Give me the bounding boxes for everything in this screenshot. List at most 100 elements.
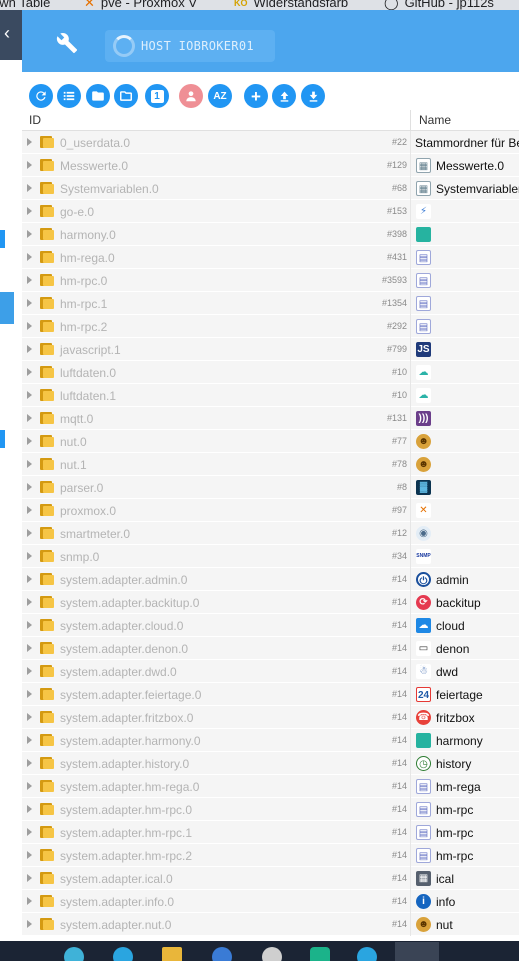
upload-button[interactable] (272, 84, 296, 108)
sidebar-indicator[interactable] (0, 430, 5, 448)
expand-arrow-icon[interactable] (27, 322, 32, 330)
table-row[interactable]: system.adapter.backitup.0 #14 ⟳ backitup (22, 591, 519, 614)
taskbar-app-icon[interactable] (64, 947, 84, 961)
table-row[interactable]: nut.1 #78 ☻ (22, 453, 519, 476)
user-button[interactable] (179, 84, 203, 108)
table-row[interactable]: system.adapter.hm-rpc.0 #14 ▤ hm-rpc (22, 798, 519, 821)
table-row[interactable]: snmp.0 #34 SNMP (22, 545, 519, 568)
table-row[interactable]: system.adapter.feiertage.0 #14 24 feiertage (22, 683, 519, 706)
expand-arrow-icon[interactable] (27, 230, 32, 238)
expand-arrow-icon[interactable] (27, 713, 32, 721)
expand-arrow-icon[interactable] (27, 851, 32, 859)
expand-arrow-icon[interactable] (27, 184, 32, 192)
expand-arrow-icon[interactable] (27, 805, 32, 813)
table-row[interactable]: system.adapter.harmony.0 #14 harmony (22, 729, 519, 752)
expand-arrow-icon[interactable] (27, 138, 32, 146)
table-row[interactable]: system.adapter.hm-rpc.1 #14 ▤ hm-rpc (22, 821, 519, 844)
expand-arrow-icon[interactable] (27, 391, 32, 399)
collapse-sidebar-icon[interactable]: ‹ (0, 22, 14, 44)
table-row[interactable]: javascript.1 #799 JS (22, 338, 519, 361)
table-row[interactable]: parser.0 #8 ▓ (22, 476, 519, 499)
add-button[interactable]: + (244, 84, 268, 108)
expand-arrow-icon[interactable] (27, 759, 32, 767)
table-row[interactable]: system.adapter.ical.0 #14 ▦ ical (22, 867, 519, 890)
expand-arrow-icon[interactable] (27, 690, 32, 698)
table-row[interactable]: system.adapter.fritzbox.0 #14 ☎ fritzbox (22, 706, 519, 729)
table-row[interactable]: system.adapter.info.0 #14 i info (22, 890, 519, 913)
refresh-button[interactable] (29, 84, 53, 108)
expand-arrow-icon[interactable] (27, 483, 32, 491)
browser-tab[interactable]: own Table (0, 0, 50, 10)
table-row[interactable]: 0_userdata.0 #22 Stammordner für Be (22, 131, 519, 154)
list-view-button[interactable] (57, 84, 81, 108)
table-row[interactable]: system.adapter.nut.0 #14 ☻ nut (22, 913, 519, 936)
expand-arrow-icon[interactable] (27, 782, 32, 790)
expand-arrow-icon[interactable] (27, 897, 32, 905)
expand-arrow-icon[interactable] (27, 575, 32, 583)
table-row[interactable]: Messwerte.0 #129 ▦ Messwerte.0 (22, 154, 519, 177)
expand-arrow-icon[interactable] (27, 874, 32, 882)
column-header-id[interactable]: ID (29, 113, 41, 127)
table-row[interactable]: Systemvariablen.0 #68 ▦ Systemvariablen (22, 177, 519, 200)
table-row[interactable]: system.adapter.history.0 #14 ◷ history (22, 752, 519, 775)
expand-arrow-icon[interactable] (27, 598, 32, 606)
table-row[interactable]: luftdaten.0 #10 ☁ (22, 361, 519, 384)
sort-az-button[interactable]: AZ (208, 84, 232, 108)
table-row[interactable]: hm-rpc.1 #1354 ▤ (22, 292, 519, 315)
table-row[interactable]: system.adapter.hm-rega.0 #14 ▤ hm-rega (22, 775, 519, 798)
browser-tab[interactable]: KO Widerstandsfarb (234, 0, 348, 10)
expand-arrow-icon[interactable] (27, 920, 32, 928)
table-row[interactable]: hm-rpc.2 #292 ▤ (22, 315, 519, 338)
table-row[interactable]: system.adapter.cloud.0 #14 ☁ cloud (22, 614, 519, 637)
chrome-icon[interactable] (212, 947, 232, 961)
expand-arrow-icon[interactable] (27, 276, 32, 284)
browser-tab[interactable]: ✕ pve - Proxmox V (84, 0, 197, 10)
expand-arrow-icon[interactable] (27, 414, 32, 422)
table-row[interactable]: nut.0 #77 ☻ (22, 430, 519, 453)
taskbar-app-icon[interactable] (310, 947, 330, 961)
sidebar-item-active[interactable] (0, 292, 14, 324)
table-row[interactable]: hm-rega.0 #431 ▤ (22, 246, 519, 269)
download-button[interactable] (301, 84, 325, 108)
expand-arrow-icon[interactable] (27, 299, 32, 307)
telegram-icon[interactable] (113, 947, 133, 961)
table-row[interactable]: smartmeter.0 #12 ◉ (22, 522, 519, 545)
table-row[interactable]: system.adapter.hm-rpc.2 #14 ▤ hm-rpc (22, 844, 519, 867)
sidebar-indicator[interactable] (0, 230, 5, 248)
expand-arrow-icon[interactable] (27, 667, 32, 675)
expand-arrow-icon[interactable] (27, 552, 32, 560)
wrench-icon[interactable] (56, 32, 78, 54)
expand-arrow-icon[interactable] (27, 736, 32, 744)
table-row[interactable]: mqtt.0 #131))) (22, 407, 519, 430)
column-header-name[interactable]: Name (419, 113, 451, 127)
browser-tab[interactable]: ◯ GitHub - jp112s (384, 0, 494, 10)
expand-arrow-icon[interactable] (27, 161, 32, 169)
expand-arrow-icon[interactable] (27, 529, 32, 537)
expand-arrow-icon[interactable] (27, 828, 32, 836)
expand-arrow-icon[interactable] (27, 253, 32, 261)
table-row[interactable]: luftdaten.1 #10 ☁ (22, 384, 519, 407)
table-row[interactable]: system.adapter.admin.0 #14 ⏻ admin (22, 568, 519, 591)
table-row[interactable]: go-e.0 #153 ⚡ (22, 200, 519, 223)
table-row[interactable]: hm-rpc.0 #3593 ▤ (22, 269, 519, 292)
expand-arrow-icon[interactable] (27, 644, 32, 652)
taskbar-active-app[interactable] (395, 942, 439, 961)
folder-button[interactable] (86, 84, 110, 108)
table-row[interactable]: harmony.0 #398 (22, 223, 519, 246)
expand-arrow-icon[interactable] (27, 368, 32, 376)
table-row[interactable]: system.adapter.dwd.0 #14 ☃ dwd (22, 660, 519, 683)
folder-outline-button[interactable] (114, 84, 138, 108)
column-resizer[interactable] (410, 110, 411, 131)
expand-arrow-icon[interactable] (27, 437, 32, 445)
expand-arrow-icon[interactable] (27, 345, 32, 353)
file-explorer-icon[interactable] (162, 947, 182, 961)
host-selector[interactable]: HOST IOBROKER01 (105, 30, 275, 62)
telegram-icon[interactable] (357, 947, 377, 961)
table-row[interactable]: proxmox.0 #97 ✕ (22, 499, 519, 522)
expand-arrow-icon[interactable] (27, 207, 32, 215)
expand-arrow-icon[interactable] (27, 460, 32, 468)
table-row[interactable]: system.adapter.denon.0 #14 ▭ denon (22, 637, 519, 660)
counter-button[interactable]: 1 (145, 84, 169, 108)
expand-arrow-icon[interactable] (27, 621, 32, 629)
gear-icon[interactable] (262, 947, 282, 961)
